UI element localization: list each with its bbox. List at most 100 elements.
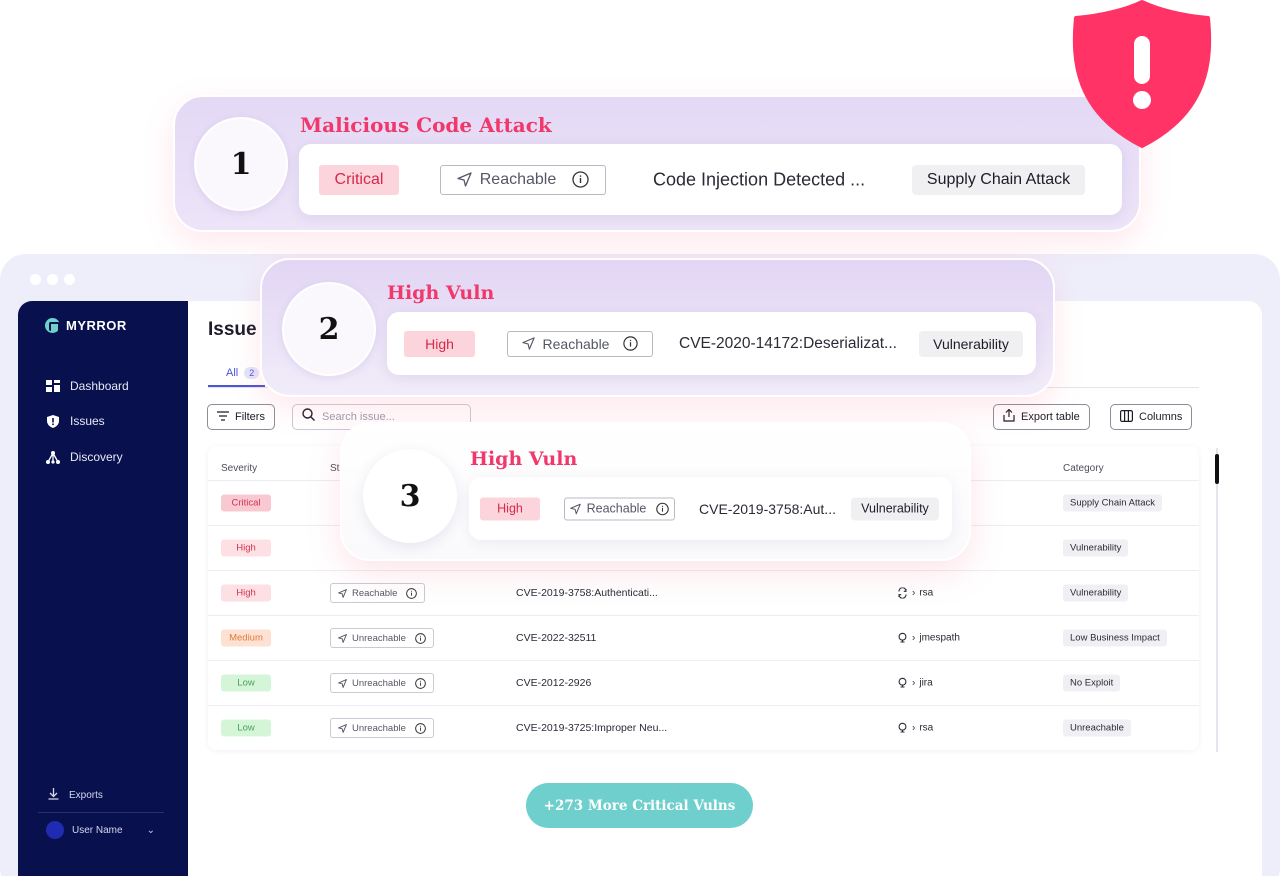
reachability-label: Reachable xyxy=(479,170,557,188)
issue-name[interactable]: CVE-2012-2926 xyxy=(516,677,591,689)
reachability-label: Reachable xyxy=(542,335,610,352)
navigation-icon xyxy=(338,723,347,733)
table-row[interactable]: Medium Unreachable CVE-2022-32511 › jmespath… xyxy=(208,615,1199,660)
sidebar-item-label: Issues xyxy=(70,414,105,428)
issue-name[interactable]: CVE-2019-3758:Authenticati... xyxy=(516,587,658,599)
info-icon[interactable] xyxy=(415,722,426,734)
info-icon[interactable] xyxy=(623,336,639,351)
reachability-label: Unreachable xyxy=(352,632,406,644)
reachability-badge: Unreachable xyxy=(330,673,434,693)
sidebar-item-issues[interactable]: Issues xyxy=(46,414,105,428)
card-title: Malicious Code Attack xyxy=(300,113,552,137)
reachability-badge: Reachable xyxy=(330,583,426,603)
scrollbar-track[interactable] xyxy=(1216,448,1218,752)
window-dot[interactable] xyxy=(64,274,75,285)
sidebar-item-discovery[interactable]: Discovery xyxy=(46,450,123,464)
category-badge: Vulnerability xyxy=(919,330,1023,357)
reachability-label: Reachable xyxy=(352,587,398,599)
table-row[interactable]: Low Unreachable CVE-2019-3725:Improper Neu… xyxy=(208,705,1199,750)
logo-icon xyxy=(45,318,60,333)
header-severity[interactable]: Severity xyxy=(221,463,257,474)
table-row[interactable]: High Reachable CVE-2019-3758:Authenticati.… xyxy=(208,570,1199,615)
columns-button[interactable]: Columns xyxy=(1110,404,1193,430)
divider xyxy=(38,812,164,813)
card-number-badge: 1 xyxy=(194,117,288,211)
category-badge: Vulnerability xyxy=(1063,584,1129,602)
navigation-icon xyxy=(457,172,472,187)
dashboard-icon xyxy=(46,379,60,393)
navigation-icon xyxy=(338,633,347,643)
card-issue-row[interactable]: Critical Reachable Code Injection Detect… xyxy=(299,144,1122,215)
chevron-right-icon: › xyxy=(912,587,916,599)
tab-label: All xyxy=(226,367,239,379)
table-row[interactable]: Low Unreachable CVE-2012-2926 › jira No Explo… xyxy=(208,660,1199,705)
reachability-badge: Unreachable xyxy=(330,718,434,738)
tab-all[interactable]: All 2 xyxy=(208,361,266,387)
card-issue-row[interactable]: High Reachable CVE-2019-3758:Aut... Vuln… xyxy=(469,477,952,540)
issue-name[interactable]: CVE-2022-32511 xyxy=(516,632,596,644)
export-table-button[interactable]: Export table xyxy=(993,404,1090,430)
user-menu[interactable]: User Name ⌄ xyxy=(46,821,155,839)
category-badge: Low Business Impact xyxy=(1063,629,1167,647)
severity-badge: High xyxy=(404,330,475,357)
package-cell: › rsa xyxy=(897,587,934,599)
package-cell: › jira xyxy=(897,678,933,689)
severity-badge: Critical xyxy=(221,494,271,512)
bulb-icon xyxy=(897,632,908,644)
reachability-label: Unreachable xyxy=(352,722,406,734)
reachability-label: Reachable xyxy=(586,501,647,516)
info-icon[interactable] xyxy=(406,587,418,599)
more-critical-vulns-button[interactable]: +273 More Critical Vulns xyxy=(526,783,753,828)
bulb-icon xyxy=(897,677,908,689)
search-icon xyxy=(302,408,315,426)
reachability-badge: Reachable xyxy=(507,330,653,357)
filter-icon xyxy=(217,410,229,424)
filters-button[interactable]: Filters xyxy=(207,404,275,430)
logo[interactable]: MYRROR xyxy=(45,318,127,333)
category-badge: No Exploit xyxy=(1063,674,1121,692)
download-icon xyxy=(48,788,59,803)
info-icon[interactable] xyxy=(415,677,426,689)
severity-badge: Low xyxy=(221,719,271,737)
severity-badge: High xyxy=(221,584,271,602)
tab-count-badge: 2 xyxy=(244,367,260,379)
severity-badge: High xyxy=(480,497,540,520)
navigation-icon xyxy=(338,678,347,688)
window-dot[interactable] xyxy=(30,274,41,285)
header-category[interactable]: Category xyxy=(1063,463,1104,474)
avatar xyxy=(46,821,64,839)
info-icon[interactable] xyxy=(415,632,426,644)
card-issue-row[interactable]: High Reachable CVE-2020-14172:Deserializ… xyxy=(387,312,1036,375)
card-title: High Vuln xyxy=(470,448,578,470)
category-badge: Supply Chain Attack xyxy=(912,164,1085,195)
reachability-badge: Reachable xyxy=(564,497,675,520)
exports-link[interactable]: Exports xyxy=(48,788,103,803)
user-name: User Name xyxy=(72,824,123,836)
shield-icon xyxy=(46,414,60,428)
category-badge: Unreachable xyxy=(1063,719,1131,737)
reachability-label: Unreachable xyxy=(352,677,406,689)
alert-card-1[interactable]: 1 Malicious Code Attack Critical Reachab… xyxy=(173,95,1141,232)
issue-name[interactable]: CVE-2019-3725:Improper Neu... xyxy=(516,722,667,734)
chevron-right-icon: › xyxy=(912,722,916,734)
package-name: rsa xyxy=(919,587,934,599)
info-icon[interactable] xyxy=(656,502,670,515)
scrollbar-thumb[interactable] xyxy=(1215,454,1219,484)
sync-icon xyxy=(897,587,908,599)
package-name: jira xyxy=(919,677,933,689)
reachability-badge: Reachable xyxy=(440,164,606,195)
category-badge: Vulnerability xyxy=(1063,539,1129,557)
warning-shield-icon xyxy=(1072,0,1212,148)
sidebar-item-dashboard[interactable]: Dashboard xyxy=(46,379,129,393)
issue-name: CVE-2019-3758:Aut... xyxy=(699,500,836,517)
package-cell: › rsa xyxy=(897,723,933,734)
alert-card-2[interactable]: 2 High Vuln High Reachable CVE-2020-1417… xyxy=(260,258,1055,397)
info-icon[interactable] xyxy=(572,171,589,188)
window-dot[interactable] xyxy=(47,274,58,285)
severity-badge: High xyxy=(221,539,271,557)
columns-icon xyxy=(1120,409,1134,425)
export-icon xyxy=(1003,408,1015,425)
navigation-icon xyxy=(569,503,581,514)
header-status[interactable]: St xyxy=(330,463,339,474)
alert-card-3[interactable]: 3 High Vuln High Reachable CVE-2019-3758… xyxy=(340,422,971,561)
